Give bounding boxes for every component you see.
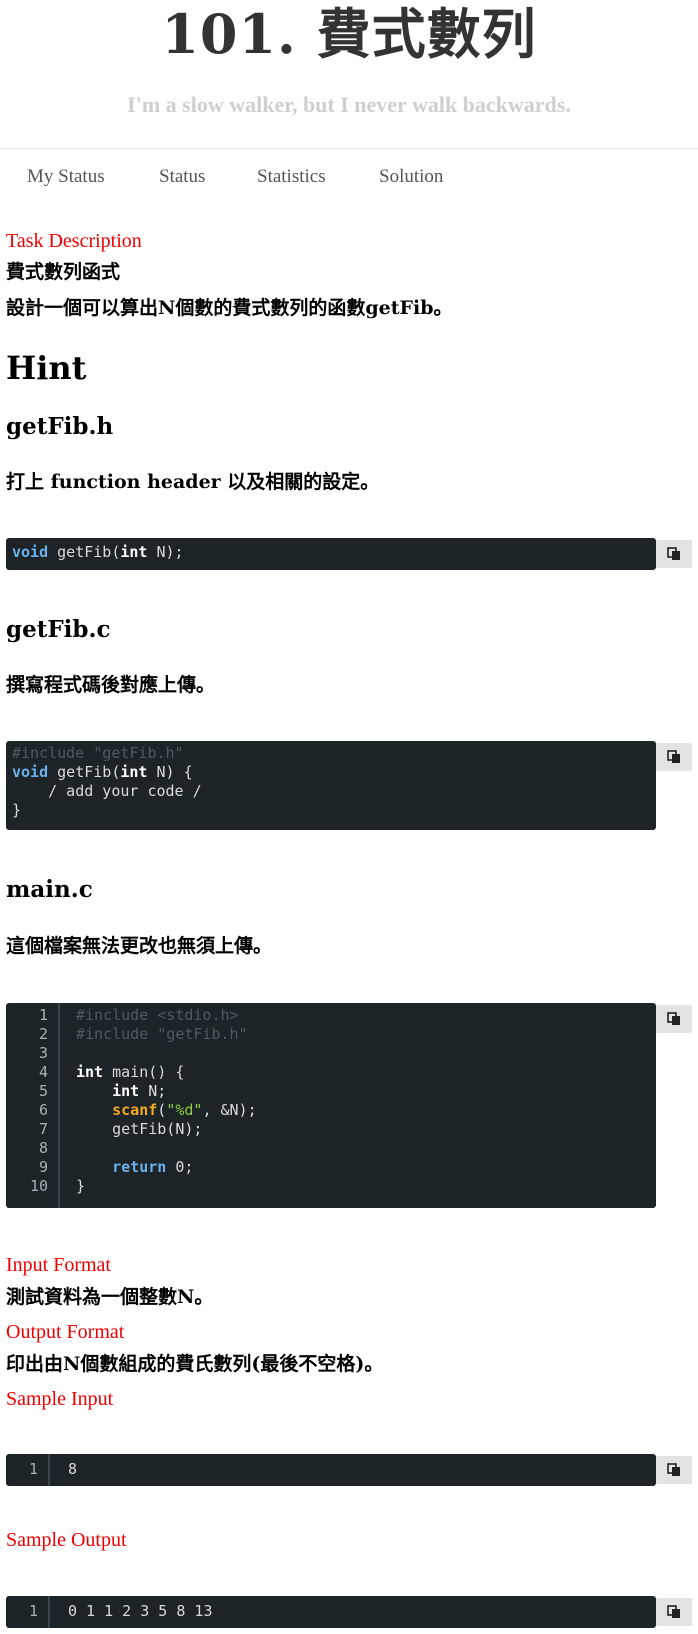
line-number: 5 <box>38 1082 48 1100</box>
line-number-gutter: 1 2 3 4 5 6 7 8 9 10 <box>6 1003 60 1208</box>
line-number: 3 <box>38 1044 48 1062</box>
header-file-desc: 打上 function header 以及相關的設定。 <box>6 471 380 493</box>
hint-heading: Hint <box>6 349 87 387</box>
sample-output-block[interactable]: 1 0 1 1 2 3 5 8 13 <box>6 1596 656 1628</box>
source-file-desc: 撰寫程式碼後對應上傳。 <box>6 674 216 696</box>
code-token: void <box>12 763 49 781</box>
copy-icon <box>667 547 680 560</box>
copy-button[interactable] <box>656 743 692 771</box>
code-token: return <box>112 1158 167 1176</box>
code-token: "%d" <box>166 1101 203 1119</box>
nav-my-status[interactable]: My Status <box>27 160 105 194</box>
header-code-block[interactable]: void getFib(int N); <box>6 538 656 570</box>
code-line: / add your code / <box>12 782 202 800</box>
line-number: 9 <box>38 1158 48 1176</box>
line-number: 2 <box>38 1025 48 1043</box>
site-subtitle: I'm a slow walker, but I never walk back… <box>127 92 571 117</box>
code-token: int <box>112 1082 140 1100</box>
sample-input-label: Sample Input <box>6 1388 114 1410</box>
line-number-gutter: 1 <box>6 1454 50 1486</box>
sample-input-block[interactable]: 1 8 <box>6 1454 656 1486</box>
code-line: getFib(N); <box>76 1120 203 1138</box>
copy-icon <box>667 1463 680 1476</box>
line-number: 6 <box>38 1101 48 1119</box>
line-number: 8 <box>38 1139 48 1157</box>
code-token: void <box>12 543 49 561</box>
input-format-text: 測試資料為一個整數N。 <box>6 1286 214 1308</box>
sample-output-value: 0 1 1 2 3 5 8 13 <box>68 1602 213 1620</box>
code-token: N; <box>139 1082 167 1100</box>
main-file-name: main.c <box>6 876 93 903</box>
code-token: 0; <box>166 1158 194 1176</box>
code-token: main() { <box>103 1063 185 1081</box>
code-token: int <box>76 1063 104 1081</box>
copy-button[interactable] <box>656 1456 692 1484</box>
code-line: } <box>76 1177 86 1195</box>
code-token: int <box>120 543 148 561</box>
line-number: 1 <box>38 1006 48 1024</box>
code-body: #include <stdio.h> #include "getFib.h" i… <box>76 1003 257 1196</box>
code-line: #include <stdio.h> <box>76 1006 239 1024</box>
code-token: N); <box>147 543 184 561</box>
output-format-text: 印出由N個數組成的費氏數列(最後不空格)。 <box>6 1353 384 1375</box>
line-number: 4 <box>38 1063 48 1081</box>
sample-input-value: 8 <box>68 1460 78 1478</box>
sample-output-label: Sample Output <box>6 1529 127 1551</box>
code-line: #include "getFib.h" <box>12 744 184 762</box>
copy-button[interactable] <box>656 540 692 568</box>
copy-icon <box>667 1605 680 1618</box>
code-line: #include "getFib.h" <box>76 1025 248 1043</box>
problem-nav: My Status Status Statistics Solution <box>0 160 698 194</box>
code-token: getFib( <box>48 763 121 781</box>
nav-solution[interactable]: Solution <box>379 160 443 194</box>
code-token: N) { <box>147 763 193 781</box>
line-number: 7 <box>38 1120 48 1138</box>
task-text: 設計一個可以算出N個數的費式數列的函數getFib。 <box>6 297 453 319</box>
copy-button[interactable] <box>656 1005 692 1033</box>
copy-button[interactable] <box>656 1598 692 1626</box>
input-format-label: Input Format <box>6 1254 111 1276</box>
line-number: 10 <box>29 1177 48 1195</box>
source-code-block[interactable]: #include "getFib.h" void getFib(int N) {… <box>6 741 656 830</box>
copy-icon <box>667 750 680 763</box>
copy-icon <box>667 1012 680 1025</box>
header-file-name: getFib.h <box>6 413 114 440</box>
code-token: int <box>120 763 148 781</box>
source-file-name: getFib.c <box>6 616 111 643</box>
task-description-label: Task Description <box>6 230 142 252</box>
page-title: 101. 費式數列 <box>161 2 537 66</box>
header-divider <box>0 148 698 149</box>
code-token: ( <box>157 1101 167 1119</box>
main-code-block[interactable]: 1 2 3 4 5 6 7 8 9 10 #include <stdio.h> … <box>6 1003 656 1208</box>
nav-statistics[interactable]: Statistics <box>257 160 326 194</box>
line-number: 1 <box>28 1602 38 1620</box>
line-number-gutter: 1 <box>6 1596 50 1628</box>
code-token: getFib( <box>48 543 121 561</box>
line-number: 1 <box>28 1460 38 1478</box>
code-token: , &N); <box>202 1101 257 1119</box>
output-format-label: Output Format <box>6 1321 125 1343</box>
code-line: } <box>12 801 22 819</box>
task-name: 費式數列函式 <box>6 261 121 283</box>
code-token: scanf <box>112 1101 158 1119</box>
main-file-desc: 這個檔案無法更改也無須上傳。 <box>6 935 273 957</box>
nav-status[interactable]: Status <box>159 160 205 194</box>
